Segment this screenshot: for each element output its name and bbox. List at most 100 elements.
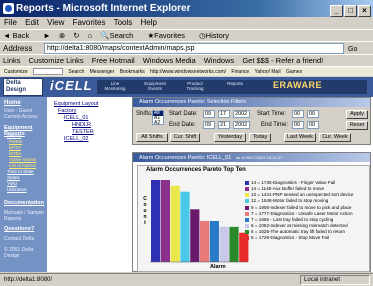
sidebar-documentation[interactable]: Documentation bbox=[4, 200, 44, 206]
end-minute-select[interactable]: 00 bbox=[307, 121, 319, 129]
link-customize[interactable]: Customize Links bbox=[29, 56, 84, 65]
history-button[interactable]: ◷History bbox=[199, 31, 235, 40]
end-date-label: End Date: bbox=[169, 122, 196, 128]
sidebar-home[interactable]: Home bbox=[4, 100, 21, 106]
shifts-listbox[interactable]: All A1 A2 bbox=[152, 110, 164, 126]
link-hotmail[interactable]: Free Hotmail bbox=[92, 56, 135, 65]
tree-tester[interactable]: TESTER bbox=[72, 129, 94, 135]
start-year-select[interactable]: 2002 bbox=[233, 110, 250, 118]
shift-option-a2[interactable]: A2 bbox=[153, 121, 163, 126]
ytb-bookmarks[interactable]: Bookmarks bbox=[120, 69, 145, 75]
end-day-select[interactable]: 21 bbox=[218, 121, 230, 129]
nav-tabs: Line Monitoring Equipment Events Product… bbox=[97, 80, 367, 94]
menu-favorites[interactable]: Favorites bbox=[73, 18, 106, 27]
sidebar-item-time-in-state[interactable]: Time In State bbox=[7, 169, 34, 174]
ytb-url[interactable]: http://www.windowsnetworks.com/ bbox=[150, 69, 226, 75]
ytb-messenger[interactable]: Messenger bbox=[90, 69, 115, 75]
sidebar-contact[interactable]: Contact Delta bbox=[4, 236, 34, 242]
chart-area: Alarm Occurrences Pareto Top Ten Count A… bbox=[137, 165, 370, 272]
apply-button[interactable]: Apply bbox=[346, 110, 368, 119]
chart-title: Alarm Occurrences Pareto Top Ten bbox=[146, 167, 246, 173]
home-icon[interactable]: ⌂ bbox=[88, 31, 93, 40]
menu-view[interactable]: View bbox=[47, 18, 64, 27]
link-refer[interactable]: Get $$$ - Refer a friend! bbox=[242, 56, 323, 65]
sidebar-item-yield[interactable]: Yield bbox=[7, 181, 17, 186]
refresh-icon[interactable]: ↻ bbox=[73, 31, 79, 40]
legend-swatch bbox=[245, 187, 249, 192]
sidebar-item-alarms[interactable]: Alarms bbox=[7, 133, 21, 138]
menu-edit[interactable]: Edit bbox=[25, 18, 39, 27]
address-input[interactable] bbox=[44, 43, 344, 54]
tab-equipment-events[interactable]: Equipment Events bbox=[140, 81, 170, 91]
tree-icell-02[interactable]: ICELL_02 bbox=[64, 136, 88, 142]
tree-factory[interactable]: Factory bbox=[58, 108, 76, 114]
pareto-bar bbox=[160, 180, 170, 262]
cur-week-button[interactable]: Cur. Week bbox=[319, 133, 351, 142]
standard-toolbar: ◄ Back ► ⊗ ↻ ⌂ 🔍Search ★Favorites ◷Histo… bbox=[0, 29, 373, 41]
maximize-button[interactable]: □ bbox=[344, 5, 357, 17]
reset-button[interactable]: Reset bbox=[346, 121, 368, 130]
cur-shift-button[interactable]: Cur. Shift bbox=[170, 133, 200, 142]
ytb-search[interactable]: Search bbox=[68, 69, 84, 75]
start-month-select[interactable]: 09 bbox=[203, 110, 215, 118]
ytb-finance[interactable]: Finance bbox=[231, 69, 249, 75]
legend-label: 5 = 1729-Diagnostics - Stop Move Fail bbox=[251, 235, 330, 241]
sidebar-item-active-alarms[interactable]: Active Alarms bbox=[9, 157, 36, 162]
y-axis-label-letter: t bbox=[144, 220, 146, 226]
tree-hndlr[interactable]: HNDLR bbox=[72, 122, 91, 128]
sidebar-item-mtba[interactable]: MTBA bbox=[9, 151, 22, 156]
chart-panel-title: Alarm Occurrences Pareto: ICELL_01 as of… bbox=[133, 153, 370, 162]
tab-product-tracking[interactable]: Product Tracking bbox=[180, 81, 210, 91]
sidebar-manuals[interactable]: Manuals / Sample Reports bbox=[4, 210, 47, 222]
minimize-button[interactable]: _ bbox=[330, 5, 343, 17]
today-button[interactable]: Today bbox=[249, 133, 271, 142]
sidebar-item-pareto[interactable]: Pareto bbox=[9, 139, 22, 144]
end-hour-select[interactable]: 00 bbox=[292, 121, 304, 129]
start-day-select[interactable]: 17 bbox=[218, 110, 230, 118]
start-time-label: Start Time: bbox=[257, 111, 287, 117]
start-minute-select[interactable]: 00 bbox=[307, 110, 319, 118]
menu-help[interactable]: Help bbox=[141, 18, 157, 27]
favorites-label: Favorites bbox=[154, 31, 186, 40]
last-week-button[interactable]: Last Week bbox=[284, 133, 316, 142]
close-button[interactable]: × bbox=[358, 5, 371, 17]
tab-reports[interactable]: Reports bbox=[220, 81, 250, 86]
sidebar-item-alarm-list[interactable]: List of Alarms bbox=[9, 163, 36, 168]
start-hour-select[interactable]: 00 bbox=[292, 110, 304, 118]
sidebar-questions[interactable]: Questions? bbox=[4, 226, 34, 232]
link-windows-media[interactable]: Windows Media bbox=[143, 56, 196, 65]
favorites-button[interactable]: ★Favorites bbox=[147, 31, 191, 40]
title-bar: Reports - Microsoft Internet Explorer _ □… bbox=[0, 0, 373, 17]
end-month-select[interactable]: 09 bbox=[203, 121, 215, 129]
ytb-mail[interactable]: Yahoo! Mail bbox=[255, 69, 281, 75]
status-zone: Local intranet bbox=[300, 275, 370, 285]
legend-label: 13 = 1421-PNP sensed an unexpected sort … bbox=[251, 192, 354, 198]
tree-icell-01[interactable]: ICELL_01 bbox=[64, 115, 88, 121]
menu-file[interactable]: File bbox=[4, 18, 17, 27]
sidebar-item-states[interactable]: States bbox=[7, 175, 20, 180]
menu-tools[interactable]: Tools bbox=[114, 18, 133, 27]
end-year-select[interactable]: 2002 bbox=[233, 121, 250, 129]
forward-button[interactable]: ► bbox=[43, 31, 50, 40]
pareto-chart-panel: Alarm Occurrences Pareto: ICELL_01 as of… bbox=[132, 152, 371, 272]
search-button[interactable]: 🔍Search bbox=[100, 31, 139, 40]
stop-icon[interactable]: ⊗ bbox=[59, 31, 65, 40]
all-shifts-button[interactable]: All Shifts bbox=[136, 133, 168, 142]
legend-label: 7 = 1777-Diagnostics - Unsafe Laser Moto… bbox=[251, 210, 353, 216]
link-windows[interactable]: Windows bbox=[204, 56, 234, 65]
legend-swatch bbox=[245, 224, 249, 229]
address-bar: Address Go bbox=[0, 41, 373, 54]
ytb-games[interactable]: Games bbox=[286, 69, 302, 75]
ie-icon bbox=[3, 3, 14, 14]
page-banner: Delta Design iCELL Line Monitoring Equip… bbox=[0, 77, 373, 97]
legend-swatch bbox=[245, 205, 249, 210]
ytb-search-box[interactable] bbox=[33, 68, 64, 76]
ytb-customize[interactable]: Customize bbox=[4, 69, 28, 75]
tab-line-monitoring[interactable]: Line Monitoring bbox=[100, 81, 130, 91]
sidebar-item-mtta[interactable]: MTTA bbox=[9, 145, 21, 150]
sidebar-item-utilization[interactable]: Utilization bbox=[7, 187, 27, 192]
tree-equipment-layout[interactable]: Equipment Layout bbox=[54, 101, 98, 107]
back-button[interactable]: ◄ Back bbox=[3, 31, 35, 40]
yesterday-button[interactable]: Yesterday bbox=[214, 133, 246, 142]
legend-swatch bbox=[245, 181, 249, 185]
